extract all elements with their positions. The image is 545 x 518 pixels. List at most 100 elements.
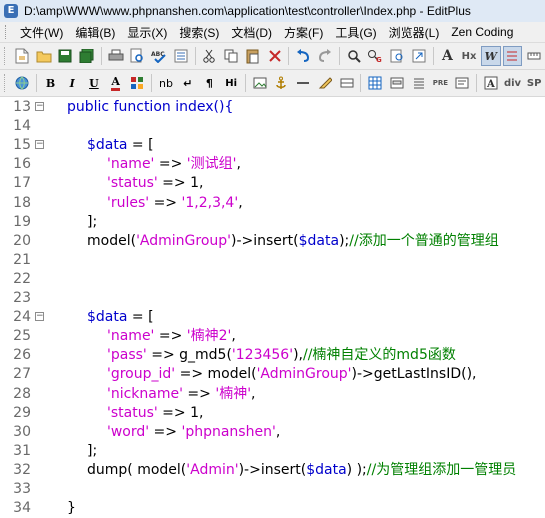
toolbar-grip[interactable] [4,74,8,92]
fold-toggle-icon[interactable]: − [35,312,44,322]
preformatted-label: PRE [432,79,449,87]
color-palette-icon[interactable] [127,73,147,93]
code-line[interactable]: 17 'status' => 1, [0,174,545,193]
open-folder-icon[interactable] [34,46,54,66]
code-text: } [67,499,76,518]
code-line[interactable]: 34} [0,499,545,518]
code-line[interactable]: 25 'name' => '楠神2', [0,327,545,346]
code-line[interactable]: 23 [0,289,545,308]
nbsp-icon[interactable]: nb [156,73,176,93]
fold-toggle-icon[interactable]: − [35,102,44,111]
print-preview-icon[interactable] [127,46,147,66]
image-icon[interactable] [250,73,270,93]
code-line[interactable]: 14 [0,117,545,136]
goto-icon[interactable] [409,46,429,66]
line-number: 22 [13,270,31,287]
line-number: 13 [13,99,31,115]
code-token: 'AdminGroup' [136,232,231,249]
preformatted-icon[interactable]: PRE [431,73,451,93]
code-text: 'nickname' => '楠神', [107,385,256,404]
code-line[interactable]: 33 [0,480,545,499]
anchor-icon[interactable] [272,73,292,93]
menu-grip[interactable] [5,25,9,39]
menu-file[interactable]: 文件(W) [14,24,69,41]
table-link-icon[interactable] [337,73,357,93]
code-token: public function index(){ [67,99,234,115]
hex-mode-label: Hx [461,50,477,62]
list-icon[interactable] [409,73,429,93]
print-icon[interactable] [106,46,126,66]
menu-edit[interactable]: 编辑(B) [69,24,121,41]
code-line[interactable]: 29 'status' => 1, [0,404,545,423]
save-all-icon[interactable] [77,46,97,66]
hex-view-icon[interactable] [171,46,191,66]
undo-icon[interactable] [293,46,313,66]
code-line[interactable]: 28 'nickname' => '楠神', [0,385,545,404]
code-line[interactable]: 18 'rules' => '1,2,3,4', [0,194,545,213]
menu-project[interactable]: 方案(F) [278,24,329,41]
form-icon[interactable] [387,73,407,93]
horizontal-rule-icon[interactable] [293,73,313,93]
line-break-icon[interactable]: ↵ [178,73,198,93]
toolbar-grip[interactable] [4,47,8,65]
code-token: => [149,194,182,211]
copy-icon[interactable] [221,46,241,66]
font-size-label: A [441,48,453,64]
redo-icon[interactable] [315,46,335,66]
font-tag-icon[interactable]: A [481,73,501,93]
code-line[interactable]: 16 'name' => '测试组', [0,155,545,174]
find-in-files-icon[interactable] [387,46,407,66]
line-number-icon[interactable] [502,46,523,66]
textarea-icon[interactable] [452,73,472,93]
code-line[interactable]: 20 model('AdminGroup')->insert($data);//添… [0,232,545,251]
code-token: model( [87,232,137,249]
span-icon[interactable]: SP [524,73,544,93]
menu-browser[interactable]: 浏览器(L) [383,24,446,41]
code-line[interactable]: 27 'group_id' => model('AdminGroup')->get… [0,365,545,384]
code-line[interactable]: 13− public function index(){ [0,98,545,117]
replace-icon[interactable]: G [365,46,385,66]
comment-icon[interactable] [315,73,335,93]
code-line[interactable]: 31]; [0,442,545,461]
ruler-icon[interactable] [524,46,544,66]
code-line[interactable]: 15− $data = [ [0,136,545,155]
delete-icon[interactable] [265,46,285,66]
menu-tools[interactable]: 工具(G) [329,24,382,41]
save-icon[interactable] [55,46,75,66]
code-line[interactable]: 22 [0,270,545,289]
menu-view[interactable]: 显示(X) [121,24,173,41]
cut-icon[interactable] [200,46,220,66]
underline-icon[interactable]: U [84,73,104,93]
new-file-icon[interactable] [12,46,32,66]
code-line[interactable]: 24− $data = [ [0,308,545,327]
menu-search[interactable]: 搜索(S) [173,24,225,41]
table-icon[interactable] [365,73,385,93]
code-line[interactable]: 32 dump( model('Admin')->insert($data) );… [0,461,545,480]
word-wrap-icon[interactable]: W [480,46,501,66]
code-token: 'rules' [107,194,150,211]
fold-toggle-icon[interactable]: − [35,140,44,150]
font-color-icon[interactable]: A [106,73,126,93]
code-line[interactable]: 19]; [0,213,545,232]
paragraph-icon[interactable]: ¶ [200,73,220,93]
spell-check-icon[interactable]: ABC [149,46,169,66]
browser-preview-icon[interactable] [12,73,32,93]
hex-mode-icon[interactable]: Hx [459,46,479,66]
find-icon[interactable] [344,46,364,66]
line-number: 33 [13,481,31,497]
code-token: ), [293,347,303,364]
menu-zen-coding[interactable]: Zen Coding [445,25,519,39]
code-token: ) ); [346,461,367,478]
code-line[interactable]: 21 [0,251,545,270]
code-editor[interactable]: 13− public function index(){14 15− $data = … [0,97,545,517]
bold-icon[interactable]: B [41,73,61,93]
font-size-icon[interactable]: A [438,46,458,66]
code-line[interactable]: 30 'word' => 'phpnanshen', [0,423,545,442]
toolbar-separator [432,47,434,65]
code-line[interactable]: 26 'pass' => g_md5('123456'),//楠神自定义的md5函… [0,346,545,365]
div-icon[interactable]: div [503,73,523,93]
heading-icon[interactable]: Hi [221,73,241,93]
italic-icon[interactable]: I [62,73,82,93]
paste-icon[interactable] [243,46,263,66]
menu-document[interactable]: 文档(D) [225,24,278,41]
